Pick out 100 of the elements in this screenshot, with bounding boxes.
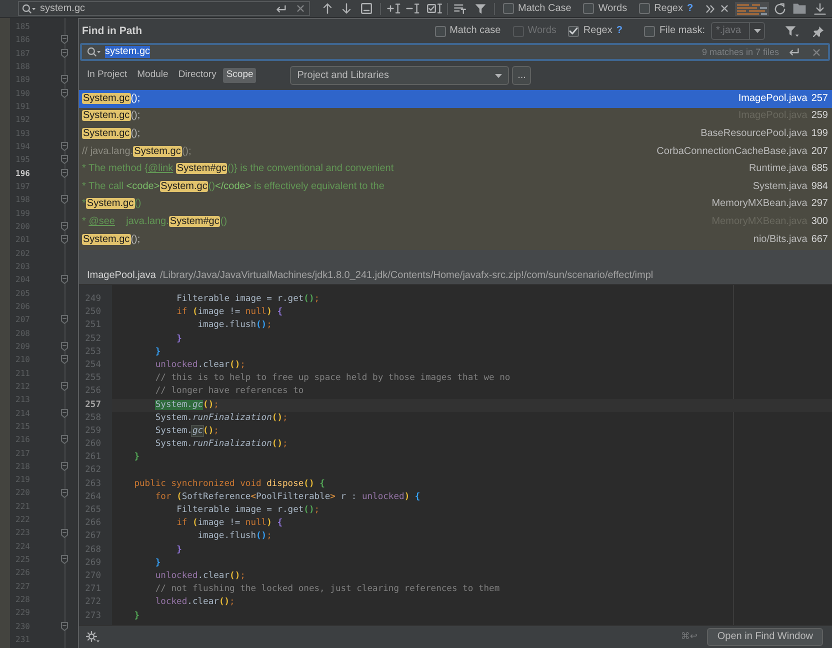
help-link[interactable]: ?	[686, 2, 694, 14]
fold-marker-icon[interactable]	[61, 408, 68, 418]
plus-cursor-icon[interactable]	[387, 3, 401, 14]
checkbox[interactable]	[434, 26, 446, 36]
fold-marker-icon[interactable]	[61, 168, 68, 178]
fold-marker-icon[interactable]	[61, 342, 68, 352]
fold-marker-icon[interactable]	[61, 435, 68, 444]
result-line-number: 207	[811, 146, 828, 158]
fold-marker-icon[interactable]	[61, 195, 68, 204]
code-line: System.runFinalization();	[155, 412, 288, 425]
checkbox[interactable]	[639, 3, 650, 14]
result-snippet: System.gc();	[82, 128, 140, 140]
code-line: locked.clear();	[155, 596, 235, 610]
result-line-number: 257	[811, 92, 828, 105]
search-icon[interactable]	[87, 47, 101, 57]
option-label[interactable]: Words	[598, 2, 628, 14]
clear-icon[interactable]	[297, 5, 304, 12]
code-line: Filterable image = r.get();	[176, 293, 320, 306]
refresh-icon[interactable]	[774, 2, 786, 14]
result-row[interactable]: *System.gc() MemoryMXBean.java 297	[79, 196, 832, 214]
fold-marker-icon[interactable]	[61, 462, 68, 471]
result-file-name: ImagePool.java	[738, 92, 808, 105]
tick-cursor-icon[interactable]	[427, 3, 442, 14]
fold-marker-icon[interactable]	[61, 75, 68, 84]
result-snippet: System.gc();	[82, 92, 140, 105]
scope-tab[interactable]: Directory	[175, 68, 220, 83]
fold-marker-icon[interactable]	[61, 355, 68, 364]
result-snippet: * @see java.lang.System#gc()	[82, 216, 228, 228]
option-label[interactable]: Regex	[654, 2, 683, 14]
result-row[interactable]: System.gc(); BaseResourcePool.java 199	[79, 125, 832, 143]
fold-marker-icon[interactable]	[61, 275, 68, 284]
result-row[interactable]: // java.lang.System.gc(); CorbaConnectionCacheBase.java 207	[79, 142, 832, 160]
code-line: for (SoftReference<PoolFilterable> r : unlocked) {	[155, 490, 420, 504]
option-label[interactable]: Regex	[583, 25, 612, 37]
result-snippet: System.gc();	[82, 234, 140, 246]
result-snippet: * The method {@link System#gc()} is the conventional and convenient	[82, 163, 394, 176]
result-line-number: 199	[811, 128, 828, 140]
thumbnail-icon[interactable]	[735, 2, 769, 16]
caret-icon[interactable]	[495, 74, 502, 78]
fold-marker-icon[interactable]	[61, 235, 68, 244]
filter-icon[interactable]	[785, 26, 799, 36]
fold-marker-icon[interactable]	[61, 528, 68, 538]
fold-marker-icon[interactable]	[61, 222, 68, 232]
up-arrow-icon[interactable]	[323, 3, 332, 14]
fold-marker-icon[interactable]	[61, 88, 68, 98]
result-file-name: nio/Bits.java	[753, 234, 808, 246]
help-link[interactable]: ?	[616, 25, 622, 37]
folder-icon[interactable]	[793, 3, 806, 14]
newline-icon[interactable]	[789, 48, 799, 56]
fold-marker-icon[interactable]	[61, 35, 68, 44]
result-row[interactable]: * The call <code>System.gc()</code> is effectively equivalent to the System.java 984	[79, 178, 832, 196]
scope-tab[interactable]: Scope	[223, 68, 256, 83]
fold-marker-icon[interactable]	[61, 315, 68, 324]
file-name: ImagePool.java	[87, 270, 156, 282]
close-icon[interactable]	[721, 5, 728, 12]
down-arrow-icon[interactable]	[342, 3, 351, 14]
checkbox[interactable]	[644, 26, 656, 36]
result-line-number: 685	[811, 163, 828, 176]
file-path: /Library/Java/JavaVirtualMachines/jdk1.8.0_241.jdk/Contents/Home/javafx-src.zip!/com/sun/scenario/effect/impl	[160, 270, 654, 282]
checkbox[interactable]	[503, 3, 514, 14]
option-label[interactable]: File mask:	[659, 25, 705, 37]
option-label[interactable]: Match Case	[518, 2, 572, 14]
fold-marker-icon[interactable]	[61, 382, 68, 392]
minus-cursor-icon[interactable]	[406, 3, 420, 14]
lines-icon[interactable]	[454, 4, 466, 14]
pin-icon[interactable]	[813, 26, 824, 36]
caret-icon[interactable]	[754, 29, 760, 33]
scope-dropdown[interactable]: Project and Libraries	[290, 66, 510, 85]
settings-icon[interactable]	[86, 631, 100, 643]
checkbox[interactable]	[568, 26, 580, 36]
result-snippet: // java.lang.System.gc();	[82, 146, 192, 158]
search-field[interactable]: system.gc	[18, 1, 310, 16]
result-row[interactable]: System.gc(); ImagePool.java 257	[79, 90, 832, 108]
result-file-name: MemoryMXBean.java	[712, 198, 808, 210]
double-chevron-icon[interactable]	[706, 4, 715, 12]
scope-tab[interactable]: In Project	[84, 68, 130, 83]
square-icon[interactable]	[361, 3, 372, 14]
result-row[interactable]: System.gc(); nio/Bits.java 667	[79, 230, 832, 248]
fold-marker-icon[interactable]	[61, 155, 68, 164]
filter-icon[interactable]	[475, 4, 486, 14]
fold-marker-icon[interactable]	[61, 142, 68, 152]
search-field[interactable]: system.gc 9 matches in 7 files	[80, 43, 830, 61]
code-line: if (image != null) {	[176, 517, 282, 530]
code-line: public synchronized void dispose() {	[134, 478, 325, 491]
fold-marker-icon[interactable]	[61, 555, 68, 564]
checkbox[interactable]	[583, 3, 594, 14]
fold-marker-icon[interactable]	[61, 488, 68, 498]
clear-icon[interactable]	[813, 48, 820, 56]
result-row[interactable]: * The method {@link System#gc()} is the conventional and convenient Runtime.java 685	[79, 160, 832, 178]
fold-marker-icon[interactable]	[61, 622, 68, 631]
browse-button[interactable]: ...	[512, 66, 532, 85]
newline-icon[interactable]	[276, 4, 286, 12]
option-label[interactable]: Match case	[450, 25, 501, 37]
code-line: unlocked.clear();	[155, 570, 246, 583]
open-in-find-window-button[interactable]: Open in Find Window	[707, 628, 823, 646]
search-icon[interactable]	[22, 4, 36, 14]
scope-tab[interactable]: Module	[134, 68, 172, 83]
download-icon[interactable]	[814, 2, 826, 14]
result-file-name: BaseResourcePool.java	[700, 128, 808, 140]
fold-marker-icon[interactable]	[61, 48, 68, 58]
